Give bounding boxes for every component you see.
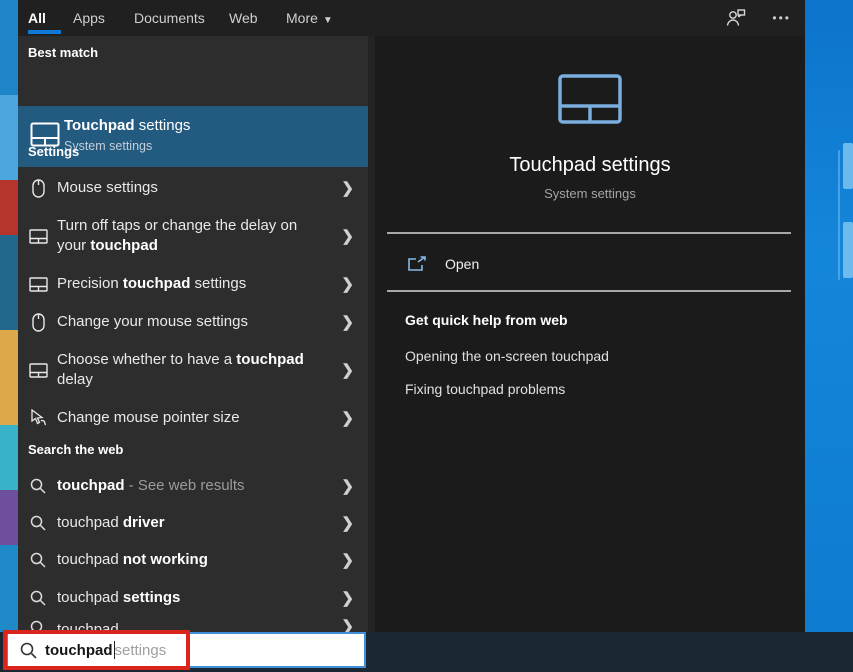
- preview-subtitle: System settings: [375, 186, 805, 201]
- chevron-right-icon: ❯: [341, 313, 354, 331]
- search-icon: [27, 515, 49, 531]
- desktop-strip-left: [0, 0, 18, 632]
- chevron-right-icon: ❯: [341, 275, 354, 293]
- active-tab-underline: [28, 30, 61, 34]
- windows-logo-pane: [838, 150, 840, 280]
- list-item-touchpad-delay[interactable]: Choose whether to have a touchpad delay …: [18, 341, 368, 399]
- list-item-precision-touchpad[interactable]: Precision touchpad settings ❯: [18, 265, 368, 303]
- ellipsis-icon[interactable]: •••: [772, 11, 791, 25]
- open-external-icon: [407, 256, 427, 272]
- mouse-icon: [27, 179, 49, 198]
- panel-divider: [368, 36, 375, 632]
- preview-title: Touchpad settings: [375, 154, 805, 177]
- pointer-icon: [27, 409, 49, 427]
- chevron-down-icon: ▼: [323, 15, 333, 26]
- search-icon: [27, 590, 49, 606]
- windows-logo-pane: [843, 143, 853, 189]
- search-icon: [27, 552, 49, 568]
- best-match-title: Touchpad settings: [64, 117, 190, 134]
- chevron-right-icon: ❯: [341, 409, 354, 427]
- section-header-best-match: Best match: [28, 45, 98, 60]
- open-label: Open: [445, 256, 479, 272]
- list-item-web-settings[interactable]: touchpad settings ❯: [18, 579, 368, 616]
- chevron-right-icon: ❯: [341, 227, 354, 245]
- touchpad-icon: [27, 229, 49, 244]
- search-icon: [27, 478, 49, 494]
- desktop-strip-right: [805, 0, 853, 632]
- help-section-header: Get quick help from web: [405, 312, 568, 328]
- windows-search-screen: All Apps Documents Web More▼ ••• Best ma…: [0, 0, 853, 672]
- chevron-right-icon: ❯: [341, 477, 354, 495]
- chevron-right-icon: ❯: [341, 617, 354, 632]
- search-results-list: Best match Touchpad settings System sett…: [18, 36, 368, 632]
- list-item-web-see-results[interactable]: touchpad - See web results ❯: [18, 467, 368, 504]
- chevron-right-icon: ❯: [341, 551, 354, 569]
- help-item-fixing-problems[interactable]: Fixing touchpad problems: [405, 381, 565, 397]
- search-filter-bar: All Apps Documents Web More▼ •••: [18, 0, 805, 36]
- account-icon[interactable]: [726, 9, 746, 27]
- search-suggestion-text: settings: [115, 642, 167, 659]
- touchpad-icon: [27, 363, 49, 378]
- chevron-right-icon: ❯: [341, 361, 354, 379]
- list-item-change-mouse-settings[interactable]: Change your mouse settings ❯: [18, 303, 368, 341]
- preview-pane: Touchpad settings System settings Open G…: [375, 36, 805, 632]
- list-item-pointer-size[interactable]: Change mouse pointer size ❯: [18, 399, 368, 437]
- tab-more[interactable]: More▼: [286, 0, 333, 36]
- touchpad-icon: [27, 277, 49, 292]
- touchpad-icon: [558, 74, 622, 124]
- list-item-web-partial[interactable]: touchpad ❯: [18, 616, 368, 632]
- mouse-icon: [27, 313, 49, 332]
- list-item-turn-off-taps[interactable]: Turn off taps or change the delay on you…: [18, 207, 368, 265]
- list-item-mouse-settings[interactable]: Mouse settings ❯: [18, 169, 368, 207]
- tab-web[interactable]: Web: [229, 0, 258, 36]
- divider: [387, 232, 791, 234]
- list-item-web-not-working[interactable]: touchpad not working ❯: [18, 541, 368, 579]
- taskbar-search-input[interactable]: touchpad settings: [6, 632, 366, 668]
- list-item-web-driver[interactable]: touchpad driver ❯: [18, 504, 368, 541]
- help-item-onscreen-touchpad[interactable]: Opening the on-screen touchpad: [405, 348, 609, 364]
- chevron-right-icon: ❯: [341, 589, 354, 607]
- search-icon: [27, 620, 49, 632]
- search-query-text: touchpad: [45, 642, 113, 659]
- tab-documents[interactable]: Documents: [134, 0, 205, 36]
- section-header-settings: Settings: [28, 144, 79, 159]
- chevron-right-icon: ❯: [341, 514, 354, 532]
- chevron-right-icon: ❯: [341, 179, 354, 197]
- search-icon: [20, 642, 37, 659]
- windows-logo-pane: [843, 222, 853, 278]
- tab-apps[interactable]: Apps: [73, 0, 105, 36]
- section-header-search-web: Search the web: [28, 442, 123, 457]
- open-action[interactable]: Open: [375, 238, 805, 290]
- divider: [387, 290, 791, 292]
